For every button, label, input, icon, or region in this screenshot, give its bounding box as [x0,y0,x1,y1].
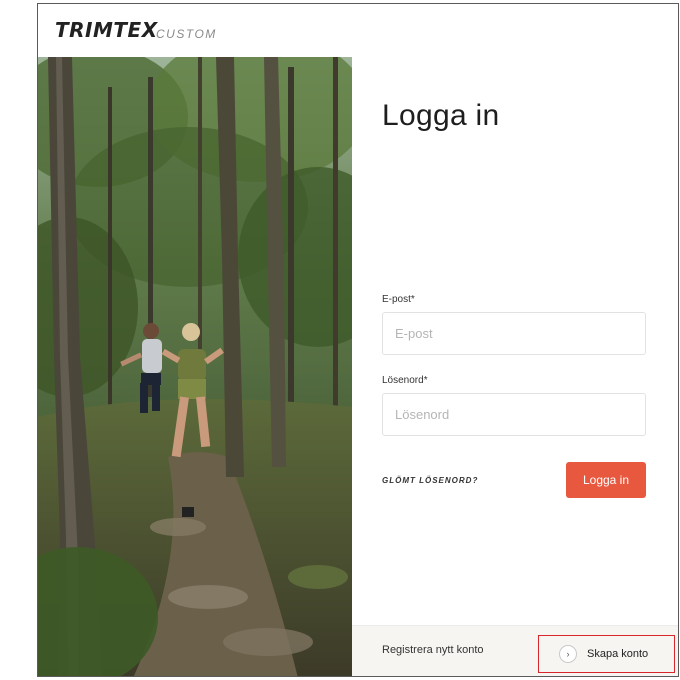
page-title: Logga in [382,99,500,132]
register-text: Registrera nytt konto [382,644,484,656]
email-field[interactable] [382,312,646,355]
create-account-button[interactable]: › Skapa konto [538,635,675,673]
email-label: E-post* [382,294,415,305]
create-account-label: Skapa konto [587,648,649,660]
login-button[interactable]: Logga in [566,462,646,498]
hero-photo [38,57,352,676]
login-page: TRIMTEX CUSTOM Logga in E-post* E-post L… [37,3,679,677]
brand-logo[interactable]: TRIMTEX [55,18,158,42]
password-field[interactable] [382,393,646,436]
brand-subtitle: CUSTOM [156,27,217,41]
register-footer: Registrera nytt konto › Skapa konto [352,625,678,676]
password-label: Lösenord* [382,375,428,386]
forgot-password-link[interactable]: GLÖMT LÖSENORD? [382,476,478,485]
login-panel: Logga in E-post* Lösenord* GLÖMT LÖSENOR… [352,57,678,625]
site-header: TRIMTEX CUSTOM [38,4,678,58]
forest-runners-photo [38,57,352,676]
chevron-right-icon: › [559,645,577,663]
